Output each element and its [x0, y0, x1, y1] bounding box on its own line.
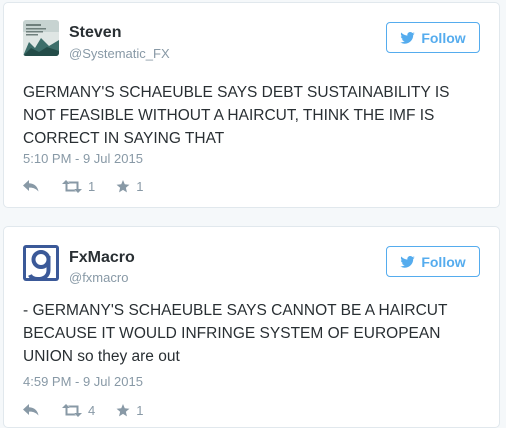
- retweet-count: 4: [88, 402, 96, 418]
- favorite-count: 1: [136, 402, 144, 418]
- retweet-button[interactable]: 1: [62, 179, 95, 194]
- follow-label: Follow: [421, 29, 466, 46]
- tweet-card: FxMacro @fxmacro Follow - GERMANY'S SCHA…: [3, 226, 500, 428]
- user-handle[interactable]: @fxmacro: [69, 270, 128, 285]
- favorite-button[interactable]: 1: [116, 403, 143, 418]
- tweet-timestamp[interactable]: 5:10 PM - 9 Jul 2015: [23, 151, 143, 166]
- favorite-count: 1: [136, 178, 144, 194]
- favorite-star-icon: [116, 179, 130, 193]
- tweet-actions: 4 1: [23, 401, 143, 419]
- twitter-bird-icon: [400, 31, 416, 44]
- tweet-card: Steven @Systematic_FX Follow GERMANY'S S…: [3, 2, 500, 208]
- avatar[interactable]: [23, 20, 59, 56]
- tweet-actions: 1 1: [23, 177, 143, 195]
- follow-label: Follow: [421, 253, 466, 270]
- retweet-button[interactable]: 4: [62, 403, 95, 418]
- favorite-button[interactable]: 1: [116, 179, 143, 194]
- tweet-timestamp[interactable]: 4:59 PM - 9 Jul 2015: [23, 374, 143, 389]
- avatar-image: [23, 20, 59, 56]
- twitter-bird-icon: [400, 255, 416, 268]
- reply-icon: [23, 180, 39, 192]
- tweet-text: - GERMANY'S SCHAEUBLE SAYS CANNOT BE A H…: [23, 302, 448, 365]
- follow-button[interactable]: Follow: [386, 22, 480, 53]
- retweet-count: 1: [88, 178, 96, 194]
- user-name[interactable]: FxMacro: [69, 249, 135, 267]
- favorite-star-icon: [116, 403, 130, 417]
- tweet-text: GERMANY'S SCHAEUBLE SAYS DEBT SUSTAINABI…: [23, 84, 450, 147]
- user-name[interactable]: Steven: [69, 24, 121, 42]
- retweet-icon: [62, 179, 82, 193]
- avatar-image: [23, 245, 59, 281]
- reply-icon: [23, 404, 39, 416]
- follow-button[interactable]: Follow: [386, 246, 480, 277]
- retweet-icon: [62, 403, 82, 417]
- user-handle[interactable]: @Systematic_FX: [69, 46, 170, 61]
- reply-button[interactable]: [23, 404, 39, 416]
- avatar[interactable]: [23, 245, 59, 281]
- reply-button[interactable]: [23, 180, 39, 192]
